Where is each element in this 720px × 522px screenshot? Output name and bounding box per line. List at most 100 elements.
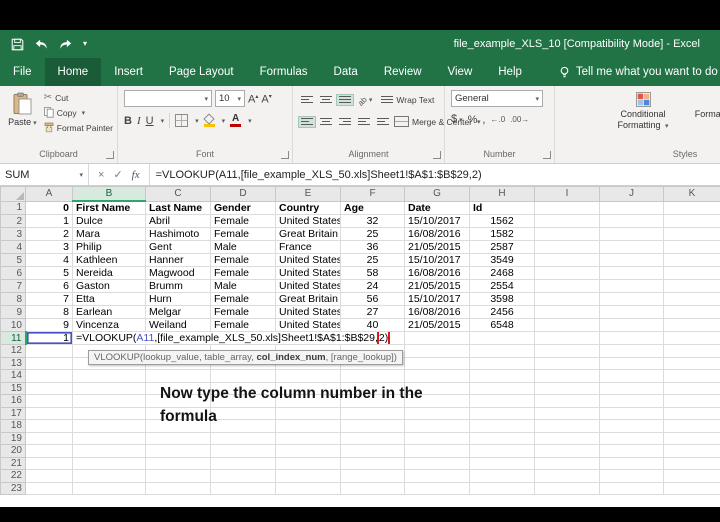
row-header-4[interactable]: 4 (1, 241, 26, 254)
cell-E7[interactable]: United States (276, 280, 341, 293)
select-all-corner[interactable] (1, 187, 26, 202)
cell-C4[interactable]: Gent (146, 241, 211, 254)
center-button[interactable] (318, 117, 334, 127)
cell-D10[interactable]: Female (211, 319, 276, 332)
row-header-23[interactable]: 23 (1, 482, 26, 495)
cell-A15[interactable] (26, 382, 73, 395)
cell-B21[interactable] (73, 457, 146, 470)
top-align-button[interactable] (299, 95, 315, 105)
cell-I17[interactable] (535, 407, 600, 420)
column-header-D[interactable]: D (211, 187, 276, 202)
column-header-F[interactable]: F (341, 187, 405, 202)
wrap-text-button[interactable]: Wrap Text (381, 95, 434, 105)
redo-button[interactable] (59, 39, 72, 50)
cell-J8[interactable] (600, 293, 664, 306)
cell-C2[interactable]: Abril (146, 215, 211, 228)
column-header-G[interactable]: G (405, 187, 470, 202)
cell-I19[interactable] (535, 432, 600, 445)
cell-G8[interactable]: 15/10/2017 (405, 293, 470, 306)
row-header-7[interactable]: 7 (1, 280, 26, 293)
cell-J2[interactable] (600, 215, 664, 228)
cell-H1[interactable]: Id (470, 201, 535, 215)
cell-K4[interactable] (664, 241, 720, 254)
row-header-8[interactable]: 8 (1, 293, 26, 306)
cell-K9[interactable] (664, 306, 720, 319)
cell-J5[interactable] (600, 254, 664, 267)
cell-I5[interactable] (535, 254, 600, 267)
row-header-17[interactable]: 17 (1, 407, 26, 420)
cell-J22[interactable] (600, 470, 664, 483)
copy-button[interactable]: Copy ▾ (44, 107, 113, 118)
cell-K18[interactable] (664, 420, 720, 433)
row-header-9[interactable]: 9 (1, 306, 26, 319)
cell-I2[interactable] (535, 215, 600, 228)
cell-B16[interactable] (73, 395, 146, 408)
cell-A12[interactable] (26, 345, 73, 358)
cell-F7[interactable]: 24 (341, 280, 405, 293)
cell-A7[interactable]: 6 (26, 280, 73, 293)
decrease-font-size-button[interactable]: A▾ (261, 91, 271, 106)
cell-B19[interactable] (73, 432, 146, 445)
orientation-button[interactable]: ▾ (356, 90, 374, 110)
column-header-A[interactable]: A (26, 187, 73, 202)
row-header-1[interactable]: 1 (1, 201, 26, 215)
cell-E19[interactable] (276, 432, 341, 445)
middle-align-button[interactable] (318, 95, 334, 105)
cell-B9[interactable]: Earlean (73, 306, 146, 319)
cell-H5[interactable]: 3549 (470, 254, 535, 267)
cell-H2[interactable]: 1562 (470, 215, 535, 228)
number-dialog-launcher[interactable] (543, 151, 551, 159)
cell-H11[interactable] (470, 332, 535, 345)
cell-F1[interactable]: Age (341, 201, 405, 215)
decrease-indent-button[interactable] (356, 117, 372, 127)
row-header-14[interactable]: 14 (1, 370, 26, 383)
cell-I20[interactable] (535, 445, 600, 458)
tab-review[interactable]: Review (371, 58, 435, 86)
row-header-12[interactable]: 12 (1, 345, 26, 358)
cell-C5[interactable]: Hanner (146, 254, 211, 267)
cell-G9[interactable]: 16/08/2016 (405, 306, 470, 319)
cell-J12[interactable] (600, 345, 664, 358)
cell-B17[interactable] (73, 407, 146, 420)
cell-E3[interactable]: Great Britain (276, 228, 341, 241)
cell-A14[interactable] (26, 370, 73, 383)
cell-B4[interactable]: Philip (73, 241, 146, 254)
row-header-6[interactable]: 6 (1, 267, 26, 280)
cell-K12[interactable] (664, 345, 720, 358)
decrease-decimal-button[interactable]: .00→ (510, 114, 529, 126)
cell-I23[interactable] (535, 482, 600, 495)
tab-view[interactable]: View (435, 58, 486, 86)
row-header-18[interactable]: 18 (1, 420, 26, 433)
row-header-11[interactable]: 11 (1, 332, 26, 345)
cell-H21[interactable] (470, 457, 535, 470)
cell-J3[interactable] (600, 228, 664, 241)
cell-J11[interactable] (600, 332, 664, 345)
name-box[interactable]: SUM ▾ (0, 164, 89, 185)
column-header-K[interactable]: K (664, 187, 720, 202)
cell-A19[interactable] (26, 432, 73, 445)
cell-K6[interactable] (664, 267, 720, 280)
cell-E10[interactable]: United States (276, 319, 341, 332)
insert-function-button[interactable]: fx (132, 169, 140, 181)
cell-G6[interactable]: 16/08/2016 (405, 267, 470, 280)
cell-I6[interactable] (535, 267, 600, 280)
cell-C14[interactable] (146, 370, 211, 383)
cell-I11[interactable] (535, 332, 600, 345)
cell-C8[interactable]: Hurn (146, 293, 211, 306)
column-header-H[interactable]: H (470, 187, 535, 202)
cell-K22[interactable] (664, 470, 720, 483)
number-format-select[interactable]: General ▾ (451, 90, 543, 107)
undo-button[interactable] (35, 39, 48, 50)
cell-E20[interactable] (276, 445, 341, 458)
cell-C10[interactable]: Weiland (146, 319, 211, 332)
cell-E6[interactable]: United States (276, 267, 341, 280)
cell-K11[interactable] (664, 332, 720, 345)
cell-K13[interactable] (664, 357, 720, 370)
cell-D6[interactable]: Female (211, 267, 276, 280)
cell-G2[interactable]: 15/10/2017 (405, 215, 470, 228)
cell-B11-editing[interactable]: =VLOOKUP(A11,[file_example_XLS_50.xls]Sh… (73, 332, 405, 345)
cell-A11[interactable]: 1 (26, 332, 73, 345)
borders-button[interactable] (175, 114, 188, 127)
cell-A13[interactable] (26, 357, 73, 370)
cell-F22[interactable] (341, 470, 405, 483)
